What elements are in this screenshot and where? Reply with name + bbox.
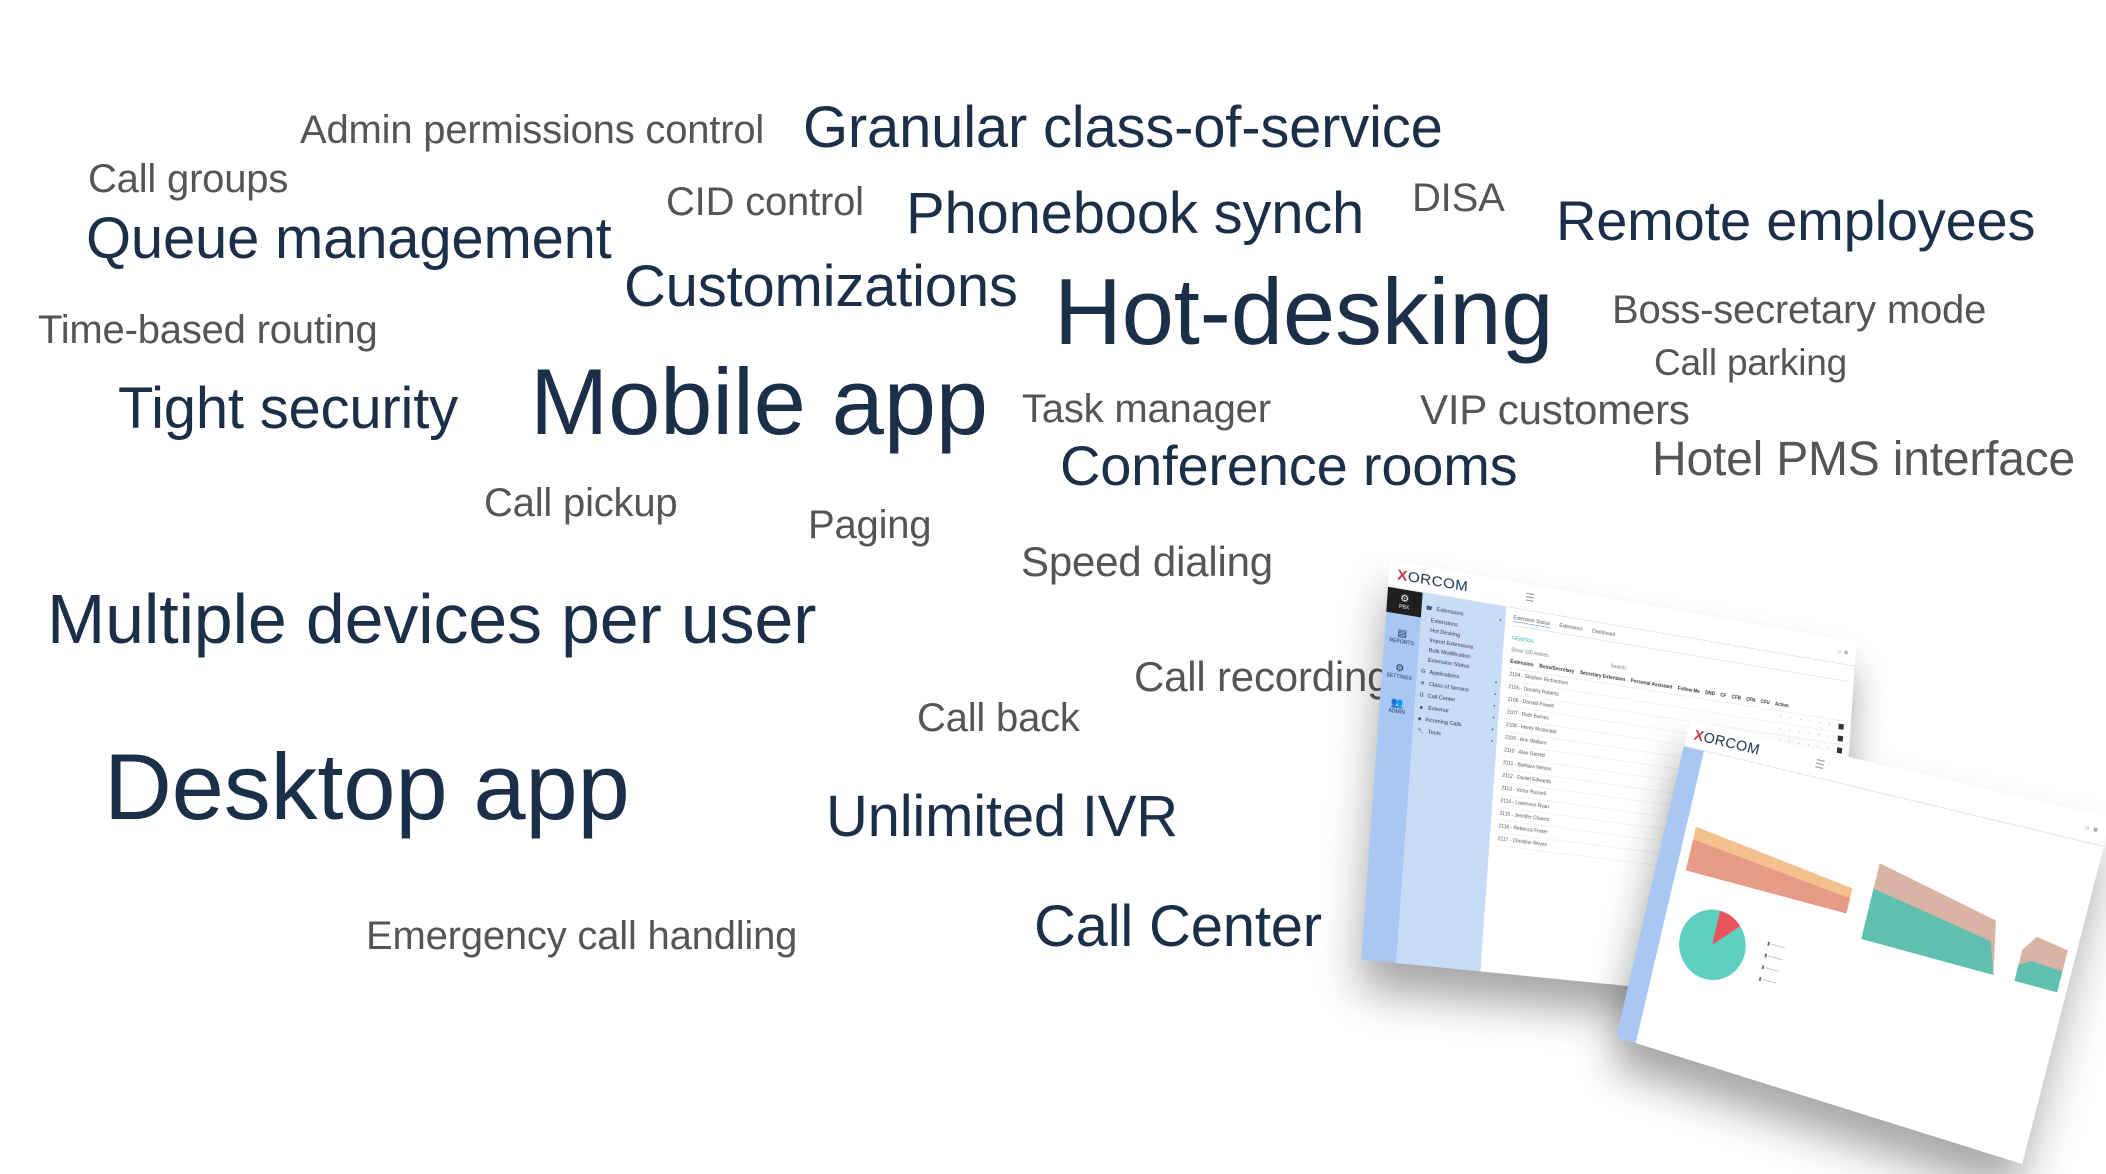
column-header: CF [1720, 692, 1727, 700]
word-mobile-app: Mobile app [530, 349, 988, 454]
word-call-recording: Call recording [1134, 653, 1391, 700]
word-call-back: Call back [917, 696, 1080, 740]
status-list: ▮ ──── ▮ ──── ▮ ──── ▮ ──── [1757, 935, 1787, 993]
menu-icon: ☰ [1813, 757, 1827, 772]
edit-icon [1838, 723, 1844, 730]
rail-item-settings: ⚙ SETTINGS [1381, 656, 1417, 686]
word-desktop-app: Desktop app [104, 734, 630, 839]
column-header: Action [1774, 701, 1789, 710]
phone-icon: ☎ [1425, 605, 1433, 613]
edit-icon [1837, 735, 1844, 742]
column-header: CFU [1760, 699, 1770, 707]
rail-item-reports: ▤ REPORTS [1384, 622, 1420, 652]
word-call-groups: Call groups [88, 157, 289, 201]
word-boss-secretary-mode: Boss-secretary mode [1612, 288, 1987, 332]
rail-item-admin: 👥 ADMIN [1379, 691, 1415, 721]
column-header: Extension [1510, 658, 1534, 669]
word-task-manager: Task manager [1022, 387, 1271, 431]
word-queue-management: Queue management [86, 206, 612, 271]
word-customizations: Customizations [624, 254, 1018, 319]
area-chart-right [1861, 863, 2070, 993]
word-hotel-pms-interface: Hotel PMS interface [1652, 433, 2076, 486]
status-item: ▮ ──── [1766, 940, 1786, 952]
menu-icon: ☰ [1524, 591, 1536, 605]
word-time-based-routing: Time-based routing [38, 308, 378, 352]
word-tight-security: Tight security [118, 376, 458, 441]
word-call-parking: Call parking [1654, 342, 1847, 383]
incoming-icon: ♣ [1417, 716, 1422, 723]
status-item: ▮ ──── [1763, 952, 1783, 964]
word-phonebook-synch: Phonebook synch [906, 181, 1365, 246]
shuffle-icon: ✕ [1420, 680, 1426, 688]
word-vip-customers: VIP customers [1420, 386, 1690, 433]
product-screenshots: XORCOM ☰ ⌕ ● ⚙ PBX ▤ REPORTS ⚙ SETTINGS 👥 AD… [1361, 540, 2106, 1174]
status-item: ▮ ──── [1760, 964, 1780, 976]
tab-extension-status: Extension Status [1513, 615, 1550, 629]
dashboard-screenshot: XORCOM ☰ ⌕ ● ▮ ──── ▮ ──── ▮ ──── ▮ ──── [1616, 720, 2106, 1165]
headset-icon: Ω [1419, 692, 1424, 699]
column-header: CFN [1746, 696, 1756, 704]
tab-extensions: Extensions [1559, 622, 1583, 633]
apps-icon: G [1420, 668, 1426, 676]
word-multiple-devices-per-user: Multiple devices per user [47, 580, 817, 658]
word-unlimited-ivr: Unlimited IVR [826, 784, 1178, 849]
status-item: ▮ ──── [1758, 976, 1777, 987]
word-admin-permissions-control: Admin permissions control [300, 108, 765, 152]
tab-dashboard: Dashboard [1591, 628, 1616, 639]
word-speed-dialing: Speed dialing [1021, 538, 1273, 585]
area-series-b [1685, 839, 1855, 914]
word-conference-rooms: Conference rooms [1060, 434, 1518, 497]
word-cid-control: CID control [666, 180, 864, 224]
word-remote-employees: Remote employees [1556, 189, 2036, 252]
word-hot-desking: Hot-desking [1054, 259, 1554, 364]
word-granular-class-of-service: Granular class-of-service [803, 95, 1443, 160]
road-icon: ▲ [1418, 704, 1425, 711]
rail-item-pbx: ⚙ PBX [1386, 586, 1423, 618]
word-disa: DISA [1412, 176, 1505, 220]
edit-icon [1836, 747, 1843, 754]
column-header: CFB [1731, 694, 1742, 702]
word-emergency-call-handling: Emergency call handling [366, 914, 798, 958]
pie-chart [1672, 901, 1753, 989]
word-call-pickup: Call pickup [484, 481, 678, 525]
word-call-center: Call Center [1034, 894, 1322, 959]
word-paging: Paging [808, 503, 932, 547]
column-header: Follow Me [1677, 685, 1700, 695]
search-icon: ⌕ ● [2083, 820, 2101, 835]
area-chart-left [1685, 826, 1858, 914]
search-icon: ⌕ ● [1837, 645, 1849, 657]
wrench-icon: 🔧 [1416, 727, 1424, 735]
column-header: DND [1704, 690, 1716, 698]
